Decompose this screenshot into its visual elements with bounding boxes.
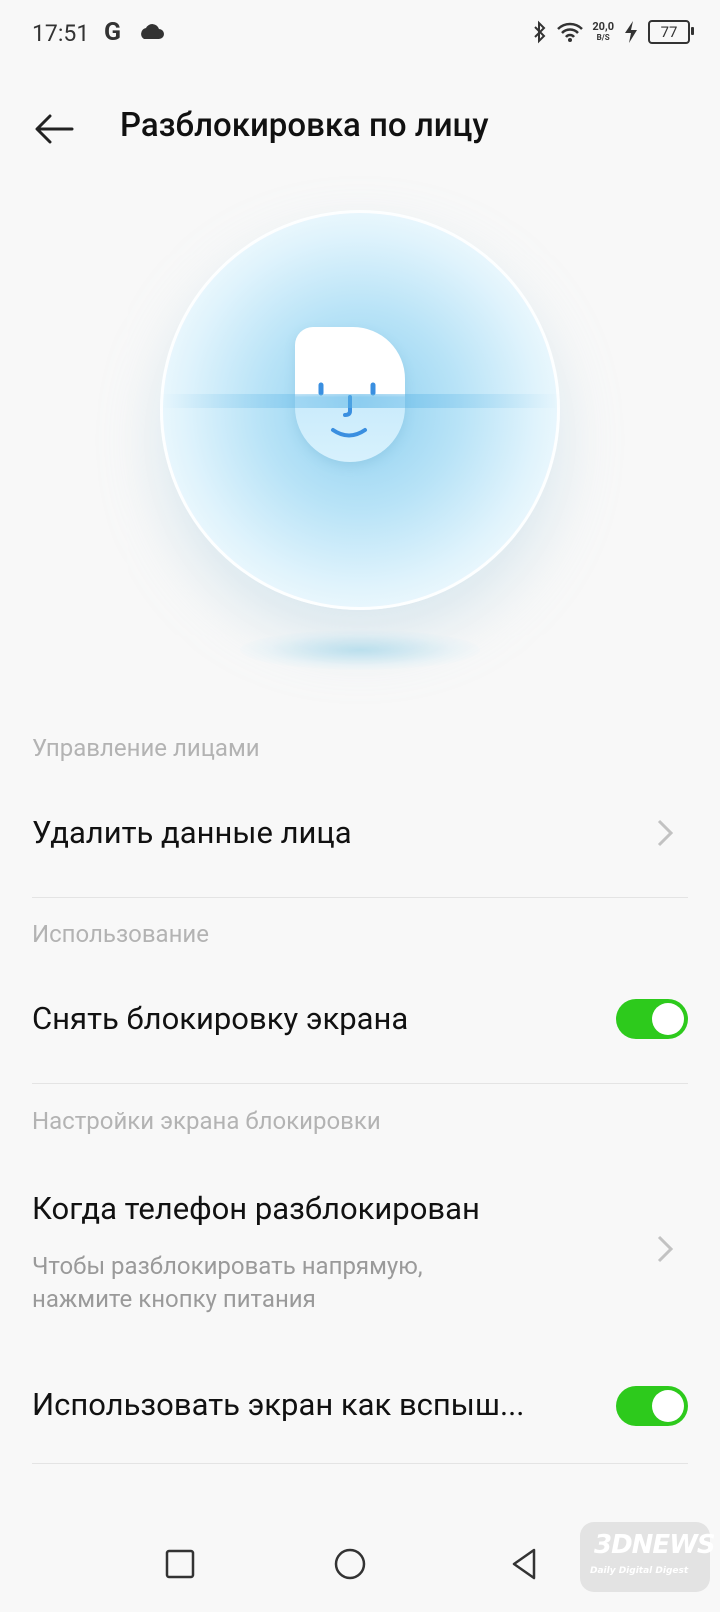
- toggle-knob: [652, 1003, 684, 1035]
- back-triangle-icon[interactable]: [504, 1544, 544, 1584]
- when-unlocked-title: Когда телефон разблокирован: [32, 1190, 480, 1227]
- network-speed-unit: B/S: [596, 33, 610, 42]
- when-unlocked-subtitle-line1: Чтобы разблокировать напрямую,: [32, 1252, 423, 1280]
- recent-apps-icon[interactable]: [160, 1544, 200, 1584]
- watermark-logo: 3DNEWS Daily Digital Digest: [580, 1522, 716, 1592]
- face-illustration: [130, 200, 590, 700]
- charging-icon: [625, 21, 637, 43]
- unlock-screen-toggle[interactable]: [616, 999, 688, 1039]
- chevron-right-icon: [657, 1235, 674, 1263]
- divider: [32, 1463, 688, 1464]
- top-bar: Разблокировка по лицу: [0, 80, 720, 176]
- status-bar: 17:51 G 20,0 B/S 77: [0, 0, 720, 72]
- google-icon: G: [104, 18, 122, 47]
- watermark-tagline: Daily Digital Digest: [590, 1566, 689, 1576]
- use-screen-flash-toggle[interactable]: [616, 1386, 688, 1426]
- page-title: Разблокировка по лицу: [120, 106, 489, 145]
- arrow-left-icon[interactable]: [30, 104, 80, 154]
- network-speed-value: 20,0: [592, 20, 614, 33]
- delete-face-title: Удалить данные лица: [32, 814, 352, 851]
- status-icons: 20,0 B/S 77: [532, 20, 694, 44]
- section-lock-screen-settings: Настройки экрана блокировки: [32, 1107, 381, 1135]
- when-unlocked-subtitle-line2: нажмите кнопку питания: [32, 1285, 316, 1313]
- section-face-management: Управление лицами: [32, 734, 260, 762]
- home-icon[interactable]: [330, 1544, 370, 1584]
- divider: [32, 897, 688, 898]
- battery-level: 77: [660, 23, 678, 41]
- cloud-icon: [141, 24, 164, 39]
- unlock-screen-title: Снять блокировку экрана: [32, 1000, 409, 1037]
- navigation-bar: 3DNEWS Daily Digital Digest: [0, 1516, 720, 1612]
- watermark-brand: 3DNEWS: [594, 1530, 716, 1560]
- scan-line: [160, 394, 560, 408]
- battery-icon: 77: [648, 20, 694, 44]
- divider: [32, 1083, 688, 1084]
- when-unlocked-subtitle: Чтобы разблокировать напрямую, нажмите к…: [32, 1250, 552, 1316]
- network-speed: 20,0 B/S: [592, 21, 614, 43]
- illustration-shadow: [240, 630, 480, 670]
- toggle-knob: [652, 1390, 684, 1422]
- chevron-right-icon: [657, 819, 674, 847]
- bluetooth-icon: [534, 20, 546, 44]
- section-usage: Использование: [32, 920, 210, 948]
- wifi-icon: [557, 22, 584, 42]
- status-time: 17:51: [32, 20, 90, 47]
- use-screen-flash-title: Использовать экран как вспыш...: [32, 1386, 525, 1423]
